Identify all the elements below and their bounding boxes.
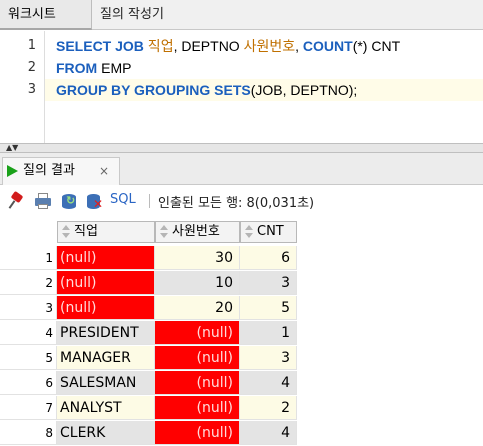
fetch-status: 인출된 모든 행: 8(0,031초)	[158, 196, 315, 211]
table-row[interactable]: 1 (null) 30 6	[0, 246, 300, 271]
code-line-current[interactable]: GROUP BY GROUPING SETS(JOB, DEPTNO);	[45, 79, 483, 101]
results-grid[interactable]: 직업 사원번호 CNT 1 (null) 30 6 2 (null) 10 3 3 (null) 2…	[0, 217, 483, 446]
cell-job[interactable]: ANALYST	[57, 396, 155, 420]
code-token: COUNT	[302, 38, 353, 54]
splitter-arrows-icon[interactable]: ▲▼	[6, 143, 18, 153]
line-number-gutter: 1 2 3	[0, 31, 44, 143]
column-header-deptno[interactable]: 사원번호	[155, 221, 240, 243]
table-row[interactable]: 8 CLERK (null) 4	[0, 421, 300, 446]
code-line[interactable]: SELECT JOB 직업, DEPTNO 사원번호, COUNT(*) CNT	[56, 35, 400, 57]
cell-cnt[interactable]: 4	[240, 421, 297, 445]
play-icon	[7, 165, 18, 177]
cell-job[interactable]: MANAGER	[57, 346, 155, 370]
cell-job[interactable]: (null)	[57, 271, 155, 295]
results-tab-bar: 질의 결과 ×	[0, 153, 483, 185]
code-token: (*) CNT	[352, 38, 401, 54]
sort-icon[interactable]	[61, 225, 71, 239]
cell-deptno[interactable]: 30	[155, 246, 240, 270]
pin-icon[interactable]	[8, 190, 26, 210]
print-icon[interactable]	[34, 192, 52, 210]
editor-tab-bar: 워크시트 질의 작성기	[0, 0, 483, 30]
row-number: 5	[0, 346, 57, 370]
cell-job[interactable]: PRESIDENT	[57, 321, 155, 345]
cell-deptno[interactable]: (null)	[155, 321, 240, 345]
sql-button[interactable]: SQL	[110, 192, 136, 207]
row-number: 3	[0, 296, 57, 320]
sort-icon[interactable]	[244, 225, 254, 239]
cell-deptno[interactable]: 20	[155, 296, 240, 320]
cell-deptno[interactable]: (null)	[155, 396, 240, 420]
code-token: GROUP BY GROUPING SETS	[56, 82, 251, 98]
row-number: 8	[0, 421, 57, 445]
column-header-label: 직업	[74, 224, 98, 239]
code-token: 사원번호	[243, 38, 296, 54]
cell-job[interactable]: (null)	[57, 246, 155, 270]
cell-deptno[interactable]: (null)	[155, 421, 240, 445]
column-header-label: CNT	[257, 224, 284, 239]
cell-job[interactable]: SALESMAN	[57, 371, 155, 395]
cell-deptno[interactable]: (null)	[155, 371, 240, 395]
row-number: 7	[0, 396, 57, 420]
tab-query-builder[interactable]: 질의 작성기	[92, 0, 202, 30]
line-number: 2	[27, 60, 36, 75]
sql-editor[interactable]: 1 2 3 SELECT JOB 직업, DEPTNO 사원번호, COUNT(…	[0, 31, 483, 143]
results-toolbar: ↻ ✕ SQL 인출된 모든 행: 8(0,031초)	[0, 186, 483, 216]
code-token: , DEPTNO	[173, 38, 244, 54]
row-number: 2	[0, 271, 57, 295]
sort-icon[interactable]	[159, 225, 169, 239]
code-token: EMP	[101, 60, 132, 76]
code-token: SELECT	[56, 38, 116, 54]
refresh-icon[interactable]: ↻	[60, 192, 78, 210]
cell-deptno[interactable]: (null)	[155, 346, 240, 370]
table-row[interactable]: 6 SALESMAN (null) 4	[0, 371, 300, 396]
table-row[interactable]: 4 PRESIDENT (null) 1	[0, 321, 300, 346]
close-icon[interactable]: ×	[99, 158, 109, 184]
table-row[interactable]: 2 (null) 10 3	[0, 271, 300, 296]
code-token: JOB	[115, 38, 144, 54]
tab-query-result[interactable]: 질의 결과 ×	[2, 157, 120, 185]
tab-worksheet[interactable]: 워크시트	[0, 0, 92, 30]
code-token: 직업	[143, 38, 174, 54]
column-header-label: 사원번호	[172, 224, 220, 239]
cell-cnt[interactable]: 5	[240, 296, 297, 320]
column-header-job[interactable]: 직업	[57, 221, 155, 243]
cell-cnt[interactable]: 6	[240, 246, 297, 270]
code-token: (JOB, DEPTNO);	[250, 82, 358, 98]
line-number: 3	[27, 82, 36, 97]
export-icon[interactable]: ✕	[86, 192, 104, 210]
cell-deptno[interactable]: 10	[155, 271, 240, 295]
table-row[interactable]: 5 MANAGER (null) 3	[0, 346, 300, 371]
cell-job[interactable]: (null)	[57, 296, 155, 320]
row-number: 4	[0, 321, 57, 345]
column-header-cnt[interactable]: CNT	[240, 221, 297, 243]
cell-cnt[interactable]: 1	[240, 321, 297, 345]
cell-cnt[interactable]: 3	[240, 346, 297, 370]
cell-job[interactable]: CLERK	[57, 421, 155, 445]
cell-cnt[interactable]: 2	[240, 396, 297, 420]
cell-cnt[interactable]: 4	[240, 371, 297, 395]
toolbar-separator	[149, 194, 150, 208]
cell-cnt[interactable]: 3	[240, 271, 297, 295]
code-token: FROM	[56, 60, 102, 76]
line-number: 1	[27, 38, 36, 53]
row-number: 1	[0, 246, 57, 270]
table-row[interactable]: 3 (null) 20 5	[0, 296, 300, 321]
code-line[interactable]: FROM EMP	[56, 57, 131, 79]
tab-query-result-label: 질의 결과	[23, 163, 75, 178]
table-row[interactable]: 7 ANALYST (null) 2	[0, 396, 300, 421]
panel-splitter[interactable]: ▲▼	[0, 143, 483, 153]
code-token: ,	[295, 38, 303, 54]
row-number: 6	[0, 371, 57, 395]
